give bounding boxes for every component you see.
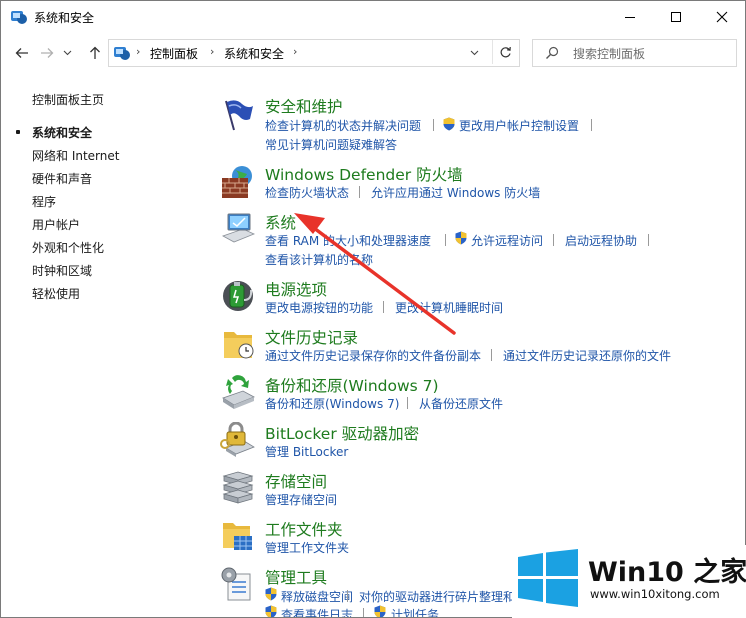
windows-logo-icon xyxy=(518,549,578,607)
watermark-url: www.win10xitong.com xyxy=(590,587,720,601)
watermark: Win10 之家 www.win10xitong.com xyxy=(512,545,746,618)
annotation-arrow xyxy=(294,213,456,335)
watermark-brand: Win10 之家 xyxy=(588,557,746,588)
